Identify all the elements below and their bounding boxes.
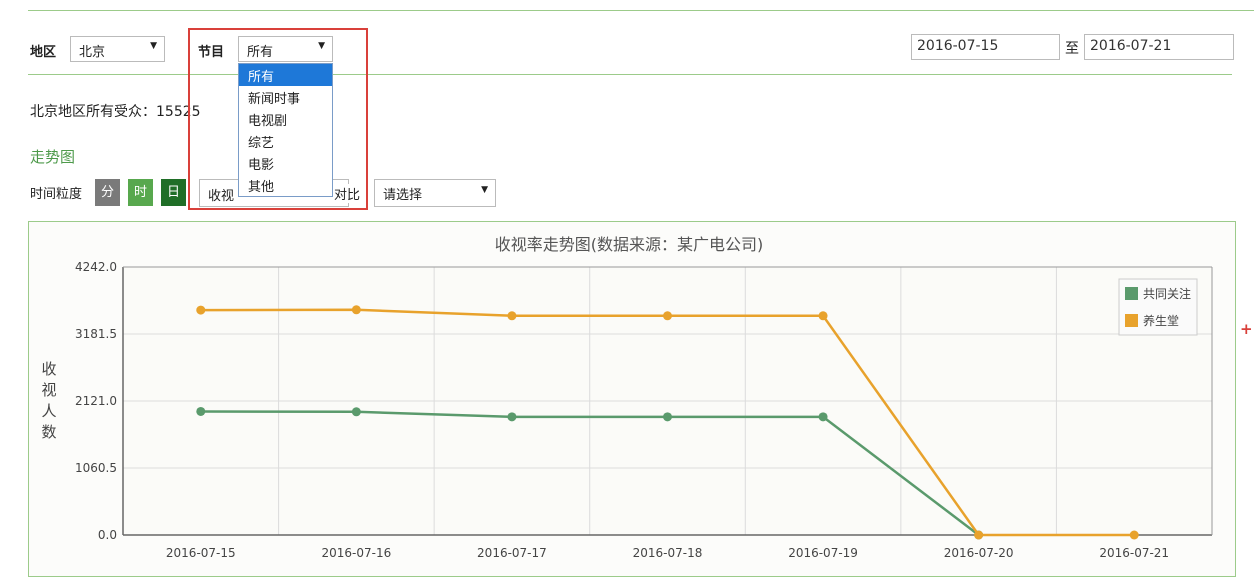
granularity-minute-button[interactable]: 分 [95, 179, 120, 206]
legend-label: 共同关注 [1143, 286, 1191, 301]
compare-select-value: 请选择 [383, 188, 423, 203]
y-tick-label: 2121.0 [75, 394, 117, 408]
chart-grid [123, 266, 1212, 536]
top-divider [28, 10, 1254, 11]
data-point [196, 305, 206, 315]
data-point [507, 412, 517, 422]
y-tick-label: 0.0 [98, 528, 117, 542]
date-from-input[interactable]: 2016-07-15 [911, 34, 1060, 60]
data-point [818, 412, 828, 422]
data-point [663, 311, 672, 321]
data-point [1129, 530, 1139, 540]
x-tick-label: 2016-07-21 [1099, 546, 1169, 560]
y-tick-label: 1060.5 [75, 461, 117, 475]
trend-chart: 收视率走势图(数据来源：某广电公司) 收视人数 0.0 1060.5 2121.0 3… [41, 235, 1213, 560]
highlight-box [188, 28, 368, 210]
data-point [351, 305, 361, 315]
x-tick-label: 2016-07-15 [166, 546, 236, 560]
y-tick-label: 3181.5 [75, 327, 117, 341]
legend-label: 养生堂 [1143, 313, 1179, 328]
chart-title: 收视率走势图(数据来源：某广电公司) [495, 235, 764, 254]
x-tick-label: 2016-07-16 [321, 546, 391, 560]
granularity-hour-button[interactable]: 时 [128, 179, 153, 206]
chart-legend: 共同关注养生堂 [1118, 278, 1198, 336]
region-select-value: 北京 [79, 45, 106, 60]
trend-section-title: 走势图 [30, 148, 76, 166]
legend-swatch [1125, 314, 1138, 327]
chevron-down-icon: ▼ [481, 185, 488, 195]
data-point [351, 407, 361, 417]
data-point [974, 530, 984, 540]
chart-container: 收视率走势图(数据来源：某广电公司) 收视人数 0.0 1060.5 2121.0 3… [28, 221, 1236, 577]
y-axis-label-char: 收 [41, 360, 56, 378]
add-icon[interactable]: + [1240, 320, 1253, 338]
y-tick-label: 4242.0 [75, 260, 117, 274]
y-axis-label-char: 人 [41, 402, 56, 420]
region-select[interactable]: 北京 ▼ [70, 36, 165, 62]
data-point [818, 311, 828, 321]
y-axis-label-char: 数 [41, 423, 56, 441]
x-tick-label: 2016-07-17 [477, 546, 547, 560]
y-axis-label-char: 视 [41, 381, 56, 399]
compare-select[interactable]: 请选择 ▼ [374, 179, 496, 207]
date-to-input[interactable]: 2016-07-21 [1084, 34, 1234, 60]
granularity-label: 时间粒度 [30, 187, 83, 202]
data-point [196, 406, 206, 416]
chevron-down-icon: ▼ [150, 41, 157, 51]
x-tick-label: 2016-07-19 [788, 546, 858, 560]
data-point [663, 412, 672, 422]
date-separator: 至 [1065, 41, 1079, 57]
audience-summary: 北京地区所有受众：15525 [30, 104, 201, 120]
legend-swatch [1125, 287, 1138, 300]
x-tick-label: 2016-07-20 [944, 546, 1014, 560]
data-point [507, 311, 517, 321]
granularity-day-button[interactable]: 日 [161, 179, 186, 206]
y-axis-label: 收视人数 [41, 360, 56, 441]
x-tick-label: 2016-07-18 [633, 546, 703, 560]
region-label: 地区 [30, 45, 57, 60]
